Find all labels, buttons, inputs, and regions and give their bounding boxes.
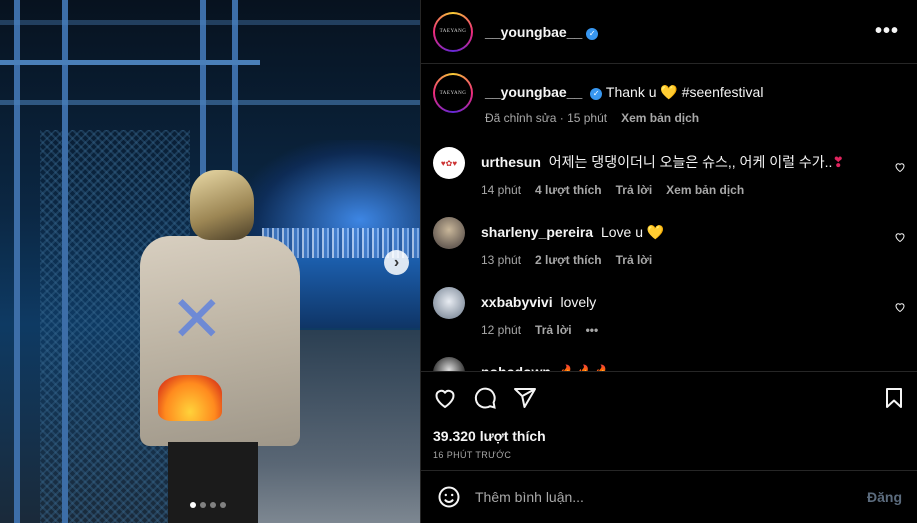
comment-time: 12 phút: [481, 323, 522, 337]
author-username[interactable]: __youngbae__ ✓: [485, 24, 599, 40]
comment-text: 어제는 댕댕이더니 오늘은 슈스,, 어케 이럴 수가..: [548, 154, 833, 170]
carousel-dot: [210, 502, 216, 508]
scaffold-bar: [0, 60, 260, 65]
comment-username[interactable]: nohcdown: [481, 364, 551, 371]
caption-text: Thank u: [605, 84, 657, 100]
carousel-dot: [200, 502, 206, 508]
comment-body: xxbabyvivi lovely 12 phút Trả lời •••: [481, 287, 906, 339]
comment-text: Love u: [600, 224, 644, 240]
comment-like-icon[interactable]: [894, 301, 906, 313]
yellow-heart-emoji: 💛: [660, 84, 678, 100]
comment-item: xxbabyvivi lovely 12 phút Trả lời •••: [433, 287, 906, 339]
caption-hashtag[interactable]: #seenfestival: [682, 84, 764, 100]
avatar-logo: TAEYANG: [439, 90, 467, 96]
verified-icon: ✓: [590, 88, 603, 100]
post-sidebar: TAEYANG __youngbae__ ✓ ••• TAEYANG __youn…: [420, 0, 917, 523]
scaffold-pole: [14, 0, 20, 523]
carousel-dot: [190, 502, 196, 508]
jacket-x-print: ✕: [170, 283, 224, 357]
comment-likes[interactable]: 4 lượt thích: [535, 181, 602, 199]
post-header: TAEYANG __youngbae__ ✓ •••: [421, 0, 917, 64]
commenter-avatar-art: ♥✿♥: [440, 158, 458, 168]
author-username-text[interactable]: __youngbae__: [485, 24, 582, 40]
reply-button[interactable]: Trả lời: [616, 181, 653, 199]
carousel-dot: [220, 502, 226, 508]
comment-input[interactable]: [475, 489, 867, 505]
reply-button[interactable]: Trả lời: [616, 251, 653, 269]
carousel-dots: [190, 502, 226, 508]
post-actions: 39.320 lượt thích 16 PHÚT TRƯỚC: [421, 371, 917, 460]
comments-list[interactable]: TAEYANG __youngbae__ ✓ Thank u 💛 #seenfes…: [421, 65, 917, 371]
caption-avatar[interactable]: TAEYANG: [433, 73, 473, 113]
comment-body: sharleny_pereira Love u 💛 13 phút 2 lượt…: [481, 217, 906, 269]
like-count[interactable]: 39.320 lượt thích: [433, 428, 906, 444]
comment-text: lovely: [560, 294, 597, 310]
next-photo-button[interactable]: ›: [384, 250, 409, 275]
scaffold-pole: [62, 0, 68, 523]
caption-body: __youngbae__ ✓ Thank u 💛 #seenfestival Đã…: [485, 73, 906, 127]
jacket-flames: [158, 375, 222, 421]
post-comment-button[interactable]: Đăng: [867, 489, 902, 505]
commenter-avatar[interactable]: [433, 357, 465, 371]
legs: [168, 442, 258, 523]
reply-button[interactable]: Trả lời: [535, 321, 572, 339]
comment-username[interactable]: sharleny_pereira: [481, 224, 593, 240]
post-time: 16 PHÚT TRƯỚC: [433, 450, 512, 460]
scaffold-bar: [0, 100, 420, 105]
caption-username[interactable]: __youngbae__: [485, 84, 582, 100]
comment-body: nohcdown 🔥🔥🔥: [481, 357, 906, 371]
translate-button[interactable]: Xem bản dịch: [666, 181, 744, 199]
commenter-avatar[interactable]: ♥✿♥: [433, 147, 465, 179]
comment-icon[interactable]: [473, 386, 497, 410]
caption: TAEYANG __youngbae__ ✓ Thank u 💛 #seenfes…: [433, 73, 906, 127]
comment-item: nohcdown 🔥🔥🔥: [433, 357, 906, 371]
caption-translate[interactable]: Xem bản dịch: [621, 109, 699, 127]
post-photo[interactable]: ✕ ›: [0, 0, 420, 523]
author-avatar[interactable]: TAEYANG: [433, 11, 473, 52]
comment-like-icon[interactable]: [894, 231, 906, 243]
avatar-logo: TAEYANG: [439, 29, 467, 34]
comment-item: sharleny_pereira Love u 💛 13 phút 2 lượt…: [433, 217, 906, 269]
comment-username[interactable]: urthesun: [481, 154, 541, 170]
comment-item: ♥✿♥ urthesun 어제는 댕댕이더니 오늘은 슈스,, 어케 이럴 수가…: [433, 147, 906, 199]
more-options-icon[interactable]: •••: [869, 20, 905, 43]
commenter-avatar[interactable]: [433, 287, 465, 319]
save-icon[interactable]: [882, 386, 906, 410]
comment-likes[interactable]: 2 lượt thích: [535, 251, 602, 269]
heart-exclamation-emoji: ❣: [832, 154, 845, 170]
yellow-heart-emoji: 💛: [646, 224, 665, 240]
comment-body: urthesun 어제는 댕댕이더니 오늘은 슈스,, 어케 이럴 수가..❣ …: [481, 147, 906, 199]
scaffold-bar: [0, 20, 420, 25]
emoji-icon[interactable]: [437, 485, 461, 509]
comment-text: 🔥🔥🔥: [559, 364, 611, 371]
verified-icon: ✓: [586, 27, 599, 40]
commenter-avatar[interactable]: [433, 217, 465, 249]
hair: [190, 170, 254, 240]
person: ✕: [140, 170, 310, 523]
like-icon[interactable]: [433, 386, 457, 410]
caption-edited: Đã chỉnh sửa · 15 phút: [485, 111, 608, 125]
share-icon[interactable]: [513, 386, 537, 410]
comment-username[interactable]: xxbabyvivi: [481, 294, 553, 310]
comment-composer: Đăng: [421, 470, 917, 523]
comment-time: 14 phút: [481, 183, 522, 197]
comment-like-icon[interactable]: [894, 161, 906, 173]
comment-time: 13 phút: [481, 253, 522, 267]
comment-more-icon[interactable]: •••: [586, 321, 599, 339]
